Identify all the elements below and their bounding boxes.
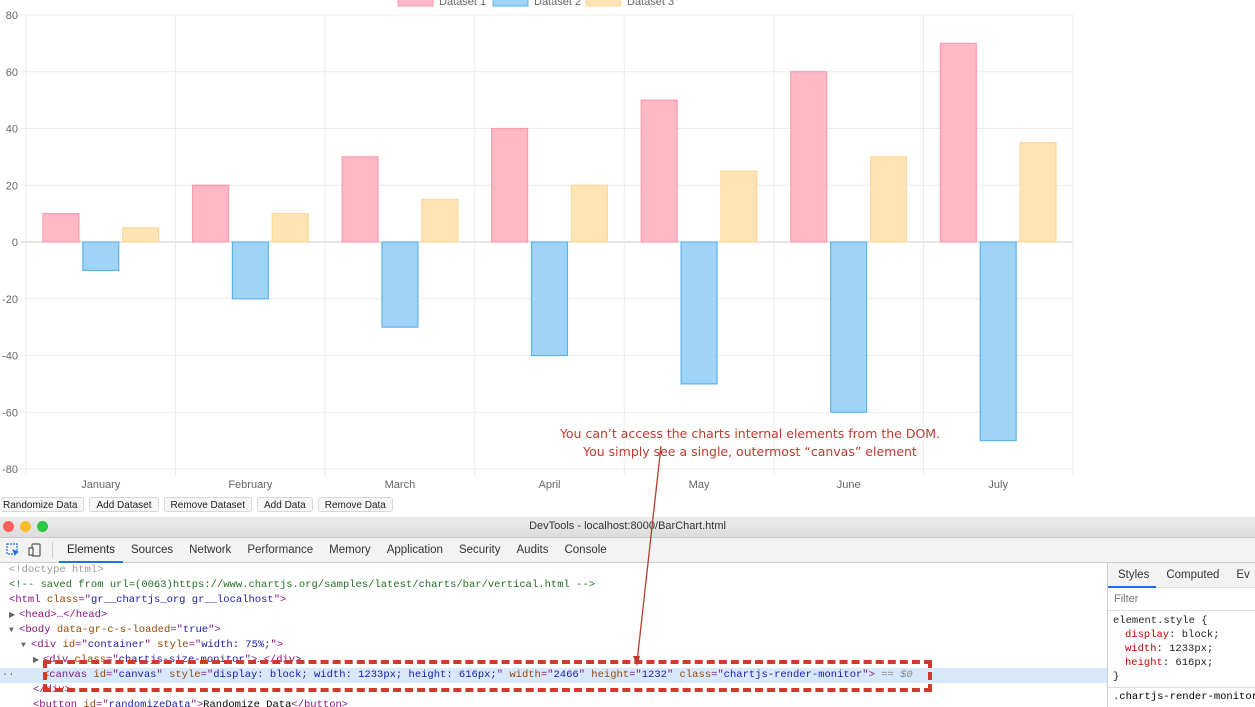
bar-dataset-1 xyxy=(341,156,379,243)
randomize-data-button[interactable]: Randomize Data xyxy=(0,497,85,512)
x-tick-label: March xyxy=(385,479,416,491)
y-tick-label: 40 xyxy=(6,124,18,136)
remove-dataset-button[interactable]: Remove Dataset xyxy=(163,497,253,512)
dom-size-monitor-node[interactable]: ▶ <div class="chartjs-size-monitor">…</di… xyxy=(0,653,1107,668)
x-tick-label: February xyxy=(228,479,273,491)
y-tick-label: 60 xyxy=(6,67,18,79)
devtools-window: DevTools - localhost:8000/BarChart.html … xyxy=(0,517,1255,707)
bar-dataset-3 xyxy=(421,198,459,243)
tab-computed[interactable]: Computed xyxy=(1156,563,1226,587)
styles-pane: Styles Computed Ev Filter element.style … xyxy=(1107,563,1255,707)
add-data-button[interactable]: Add Data xyxy=(257,497,313,512)
device-toolbar-icon[interactable] xyxy=(24,539,46,561)
dom-comment[interactable]: <!-- saved from url=(0063)https://www.ch… xyxy=(0,578,1107,593)
bar-dataset-2 xyxy=(830,241,868,413)
bar-dataset-3 xyxy=(1019,142,1057,243)
devtools-title: DevTools - localhost:8000/BarChart.html xyxy=(529,520,726,532)
dom-html-node[interactable]: <html class="gr__chartjs_org gr__localho… xyxy=(0,593,1107,608)
bar-dataset-2 xyxy=(680,241,718,385)
add-dataset-button[interactable]: Add Dataset xyxy=(89,497,159,512)
toolbar-divider xyxy=(52,542,53,558)
bar-dataset-1 xyxy=(191,184,230,243)
bar-dataset-3 xyxy=(271,213,309,243)
elements-panel: <!doctype html> <!-- saved from url=(006… xyxy=(0,563,1107,707)
bar-dataset-3 xyxy=(869,156,908,243)
y-tick-label: 80 xyxy=(6,10,18,22)
tab-memory[interactable]: Memory xyxy=(321,538,379,562)
dom-doctype[interactable]: <!doctype html> xyxy=(0,563,1107,578)
y-tick-label: 20 xyxy=(6,180,18,192)
bar-dataset-2 xyxy=(530,241,569,357)
dom-head-node[interactable]: ▶ <head>…</head> xyxy=(0,608,1107,623)
tab-elements[interactable]: Elements xyxy=(59,538,123,563)
x-tick-label: June xyxy=(837,479,861,491)
element-style-rule[interactable]: element.style { display: block; width: 1… xyxy=(1108,611,1255,687)
tab-styles[interactable]: Styles xyxy=(1108,563,1157,588)
annotation-text: You can’t access the charts internal ele… xyxy=(540,425,960,461)
tab-performance[interactable]: Performance xyxy=(239,538,321,562)
bar-dataset-3 xyxy=(122,227,160,243)
legend-label: Dataset 3 xyxy=(627,0,674,8)
devtools-tabbar: Elements Sources Network Performance Mem… xyxy=(0,538,1255,563)
legend-swatch xyxy=(492,0,529,7)
collapse-arrow-icon[interactable]: ▼ xyxy=(9,623,19,638)
tab-network[interactable]: Network xyxy=(181,538,239,562)
tab-console[interactable]: Console xyxy=(556,538,614,562)
y-tick-label: -40 xyxy=(2,351,18,363)
devtools-titlebar: DevTools - localhost:8000/BarChart.html xyxy=(0,517,1255,538)
x-tick-label: April xyxy=(538,479,560,491)
dom-body-node[interactable]: ▼ <body data-gr-c-s-loaded="true"> xyxy=(0,623,1107,638)
bar-dataset-3 xyxy=(720,170,758,243)
x-tick-label: January xyxy=(81,479,121,491)
bar-dataset-2 xyxy=(82,241,120,271)
bar-dataset-1 xyxy=(790,71,828,243)
expand-arrow-icon[interactable]: ▶ xyxy=(9,608,19,623)
tab-sources[interactable]: Sources xyxy=(123,538,181,562)
tab-audits[interactable]: Audits xyxy=(509,538,557,562)
legend-swatch xyxy=(585,0,622,7)
bar-chart[interactable]: 80 60 40 20 0 -20 -40 -60 -80 January February Marc… xyxy=(0,0,1255,495)
bar-dataset-1 xyxy=(42,213,80,243)
bar-dataset-1 xyxy=(491,127,529,243)
y-tick-label: 0 xyxy=(12,237,18,249)
legend-swatch xyxy=(397,0,434,7)
y-tick-label: -20 xyxy=(2,294,18,306)
annotation-line-1: You can’t access the charts internal ele… xyxy=(559,426,941,441)
inspect-element-icon[interactable] xyxy=(2,539,24,561)
dom-container-node[interactable]: ▼ <div id="container" style="width: 75%;"… xyxy=(0,638,1107,653)
css-rule-selector[interactable]: .chartjs-render-monitor xyxy=(1108,687,1255,706)
collapse-arrow-icon[interactable]: ▼ xyxy=(21,638,31,653)
remove-data-button[interactable]: Remove Data xyxy=(317,497,393,512)
bar-dataset-2 xyxy=(231,241,269,300)
y-tick-label: -80 xyxy=(2,464,18,476)
bar-dataset-3 xyxy=(570,184,608,243)
bar-dataset-2 xyxy=(381,241,419,328)
x-tick-label: July xyxy=(988,479,1008,491)
y-tick-label: -60 xyxy=(2,407,18,419)
tab-application[interactable]: Application xyxy=(379,538,451,562)
bar-dataset-1 xyxy=(939,42,977,243)
styles-filter-input[interactable]: Filter xyxy=(1108,588,1255,611)
dom-canvas-node[interactable]: ·· <canvas id="canvas" style="display: bl… xyxy=(0,668,1107,683)
x-tick-label: May xyxy=(689,479,710,491)
chart-controls: Randomize Data Add Dataset Remove Datase… xyxy=(0,497,393,515)
dom-button-node[interactable]: <button id="randomizeData">Randomize Dat… xyxy=(0,698,1107,707)
dom-container-close[interactable]: </div> xyxy=(0,683,1107,698)
bar-dataset-2 xyxy=(979,241,1017,442)
tab-security[interactable]: Security xyxy=(451,538,509,562)
legend-label: Dataset 1 xyxy=(439,0,486,8)
expand-arrow-icon[interactable]: ▶ xyxy=(33,653,43,668)
annotation-line-2: You simply see a single, outermost “canv… xyxy=(583,444,917,459)
bar-dataset-1 xyxy=(640,99,678,243)
tab-event-listeners[interactable]: Ev xyxy=(1226,563,1255,587)
legend-label: Dataset 2 xyxy=(534,0,581,8)
